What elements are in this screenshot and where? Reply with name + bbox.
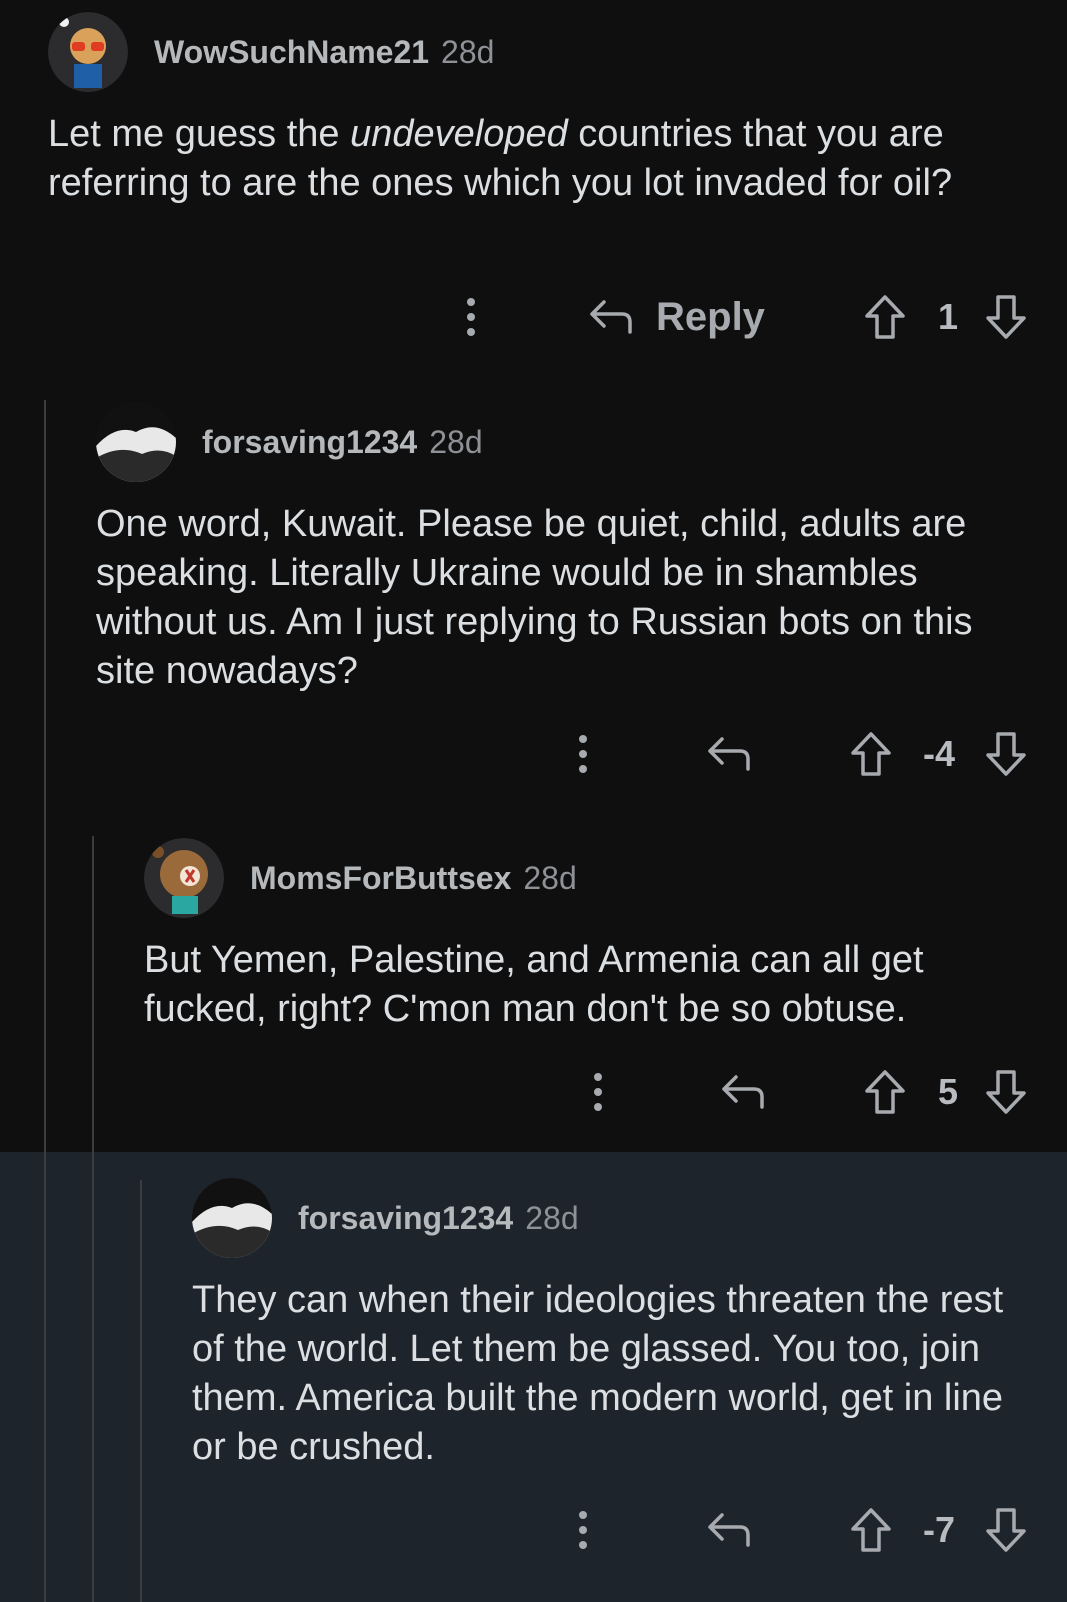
comment-body: They can when their ideologies threaten … <box>192 1279 1004 1468</box>
reply-button[interactable] <box>704 1500 754 1560</box>
thread-line-level-2[interactable] <box>92 836 94 1602</box>
downvote-arrow-icon <box>986 732 1026 776</box>
comment-text: Let me guess the <box>48 113 351 155</box>
reply-arrow-icon <box>590 300 632 334</box>
avatar[interactable] <box>48 12 128 92</box>
more-vertical-icon <box>594 1073 602 1111</box>
more-vertical-icon <box>467 298 475 336</box>
comment-header: forsaving1234 28d <box>96 400 1067 484</box>
reply-label: Reply <box>656 294 765 339</box>
more-options-button[interactable] <box>568 724 598 784</box>
comment-age: 28d <box>523 859 577 896</box>
comment-header: forsaving1234 28d <box>192 1176 1067 1260</box>
reply-button[interactable] <box>704 724 754 784</box>
vote-score: 1 <box>918 287 978 347</box>
more-options-button[interactable] <box>456 287 486 347</box>
comment-actions: Reply 1 <box>0 287 1067 347</box>
comment-actions: -4 <box>0 724 1067 784</box>
comment-header: MomsForButtsex 28d <box>144 836 1067 920</box>
username[interactable]: forsaving1234 <box>202 424 417 461</box>
vote-score: -4 <box>904 724 974 784</box>
upvote-arrow-icon <box>865 1070 905 1114</box>
comment: forsaving1234 28d One word, Kuwait. Plea… <box>96 400 1067 696</box>
username[interactable]: WowSuchName21 <box>154 34 429 71</box>
score-value: -7 <box>922 1509 955 1550</box>
reply-button[interactable] <box>718 1062 768 1122</box>
comment-header: WowSuchName21 28d <box>48 10 1067 94</box>
comment: MomsForButtsex 28d But Yemen, Palestine,… <box>144 836 1067 1034</box>
upvote-arrow-icon <box>865 295 905 339</box>
downvote-arrow-icon <box>986 1070 1026 1114</box>
username[interactable]: MomsForButtsex <box>250 860 511 897</box>
score-value: 1 <box>937 296 959 337</box>
avatar[interactable] <box>96 402 176 482</box>
vote-score: 5 <box>918 1062 978 1122</box>
comment-thread: WowSuchName21 28d Let me guess the undev… <box>0 0 1067 1602</box>
upvote-button[interactable] <box>862 287 908 347</box>
upvote-button[interactable] <box>848 1500 894 1560</box>
comment-actions: 5 <box>0 1062 1067 1122</box>
upvote-button[interactable] <box>848 724 894 784</box>
reply-arrow-icon <box>708 737 750 771</box>
upvote-arrow-icon <box>851 1508 891 1552</box>
downvote-button[interactable] <box>983 287 1029 347</box>
comment-actions: -7 <box>0 1500 1067 1560</box>
downvote-button[interactable] <box>983 1062 1029 1122</box>
comment-body: Let me guess the undeveloped countries t… <box>48 110 1038 208</box>
comment: WowSuchName21 28d Let me guess the undev… <box>48 10 1067 208</box>
comment-age: 28d <box>441 33 495 70</box>
reply-arrow-icon <box>708 1513 750 1547</box>
vote-score: -7 <box>904 1500 974 1560</box>
more-options-button[interactable] <box>568 1500 598 1560</box>
downvote-button[interactable] <box>983 1500 1029 1560</box>
username[interactable]: forsaving1234 <box>298 1200 513 1237</box>
more-vertical-icon <box>579 1511 587 1549</box>
downvote-arrow-icon <box>986 1508 1026 1552</box>
comment: forsaving1234 28d They can when their id… <box>192 1176 1067 1472</box>
avatar[interactable] <box>144 838 224 918</box>
thread-line-level-1[interactable] <box>44 400 46 1602</box>
comment-emphasis: undeveloped <box>350 113 568 155</box>
more-options-button[interactable] <box>583 1062 613 1122</box>
reply-button[interactable]: Reply <box>588 287 788 347</box>
comment-body: One word, Kuwait. Please be quiet, child… <box>96 503 973 692</box>
upvote-arrow-icon <box>851 732 891 776</box>
downvote-arrow-icon <box>986 295 1026 339</box>
comment-age: 28d <box>429 423 483 460</box>
comment-body: But Yemen, Palestine, and Armenia can al… <box>144 939 924 1030</box>
more-vertical-icon <box>579 735 587 773</box>
score-value: 5 <box>937 1071 959 1112</box>
upvote-button[interactable] <box>862 1062 908 1122</box>
score-value: -4 <box>922 733 955 774</box>
comment-age: 28d <box>525 1199 579 1236</box>
avatar[interactable] <box>192 1178 272 1258</box>
downvote-button[interactable] <box>983 724 1029 784</box>
reply-arrow-icon <box>722 1075 764 1109</box>
